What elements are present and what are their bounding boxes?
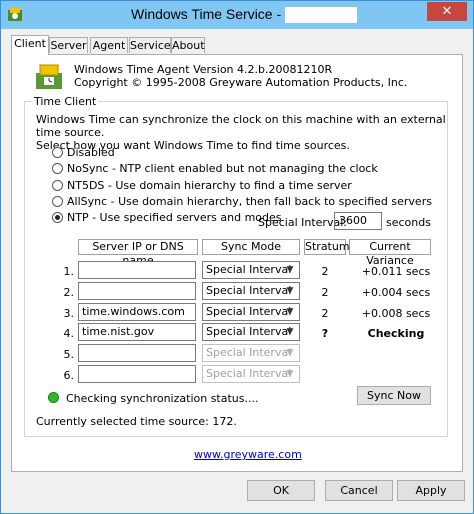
client-tab-panel: Windows Time Agent Version 4.2.b.2008121…	[11, 54, 463, 472]
chevron-down-icon: ▼	[286, 265, 294, 275]
sync-mode-select-6[interactable]: Special Interval ▼	[202, 365, 300, 383]
tab-client[interactable]: Client	[11, 35, 49, 55]
sync-mode-value: Special Interval	[206, 305, 292, 318]
sync-mode-select-5[interactable]: Special Interval ▼	[202, 344, 300, 362]
greyware-link[interactable]: www.greyware.com	[194, 448, 302, 461]
server-input-4[interactable]: time.nist.gov	[78, 323, 196, 341]
chevron-down-icon: ▼	[286, 307, 294, 317]
sync-mode-value: Special Interval	[206, 263, 292, 276]
sync-now-button[interactable]: Sync Now	[357, 386, 431, 405]
row-number: 6.	[63, 369, 75, 382]
stratum-value: 2	[321, 307, 329, 320]
ok-button[interactable]: OK	[247, 480, 315, 501]
option-disabled-label: Disabled	[67, 145, 115, 159]
option-allsync-label: AllSync - Use domain hierarchy, then fal…	[67, 194, 432, 208]
variance-value: +0.011 secs	[361, 265, 431, 278]
chevron-down-icon: ▼	[286, 369, 294, 379]
header-sync-mode: Sync Mode	[202, 239, 300, 255]
row-number: 3.	[63, 307, 75, 320]
tab-agent[interactable]: Agent	[90, 37, 128, 53]
close-button[interactable]: ✕	[427, 2, 467, 21]
tab-service[interactable]: Service	[129, 37, 171, 53]
sync-mode-select-1[interactable]: Special Interval ▼	[202, 261, 300, 279]
time-client-legend: Time Client	[32, 95, 99, 108]
copyright-text: Copyright © 1995-2008 Greyware Automatio…	[74, 76, 408, 89]
header-server: Server IP or DNS name	[78, 239, 198, 267]
tab-about[interactable]: About	[171, 37, 205, 53]
server-input-5[interactable]	[78, 344, 196, 362]
header-stratum: Stratum	[304, 239, 350, 255]
status-indicator-icon	[48, 392, 59, 403]
row-number: 4.	[63, 327, 75, 340]
chevron-down-icon: ▼	[286, 348, 294, 358]
variance-value: +0.004 secs	[361, 286, 431, 299]
radio-ntp[interactable]	[52, 211, 63, 223]
row-number: 2.	[63, 286, 75, 299]
option-disabled[interactable]: Disabled	[52, 145, 115, 159]
apply-button[interactable]: Apply	[397, 480, 465, 501]
description-line-1: Windows Time can synchronize the clock o…	[36, 113, 446, 139]
option-ntp-label: NTP - Use specified servers and modes	[67, 210, 282, 224]
sync-mode-value: Special Interval	[206, 346, 292, 359]
title-bar[interactable]: Windows Time Service - ✕	[1, 1, 473, 29]
option-nosync[interactable]: NoSync - NTP client enabled but not mana…	[52, 161, 378, 175]
stratum-value: 2	[321, 286, 329, 299]
tab-server[interactable]: Server	[49, 37, 88, 53]
window-title: Windows Time Service -	[131, 6, 358, 24]
row-number: 1.	[63, 265, 75, 278]
chevron-down-icon: ▼	[286, 286, 294, 296]
dialog-window: Windows Time Service - ✕ Client Server A…	[0, 0, 474, 514]
variance-value: Checking	[367, 327, 425, 340]
radio-allsync[interactable]	[52, 195, 63, 207]
redacted-hostname	[285, 7, 358, 24]
header-variance: Current Variance	[349, 239, 431, 267]
option-nt5ds[interactable]: NT5DS - Use domain hierarchy to find a t…	[52, 178, 352, 192]
clock-app-icon	[8, 8, 22, 21]
option-nosync-label: NoSync - NTP client enabled but not mana…	[67, 161, 378, 175]
variance-value: +0.008 secs	[361, 307, 431, 320]
row-number: 5.	[63, 348, 75, 361]
sync-mode-select-2[interactable]: Special Interval ▼	[202, 282, 300, 300]
option-ntp[interactable]: NTP - Use specified servers and modes	[52, 210, 282, 224]
sync-mode-value: Special Interval	[206, 325, 292, 338]
sync-mode-value: Special Interval	[206, 367, 292, 380]
option-nt5ds-label: NT5DS - Use domain hierarchy to find a t…	[67, 178, 352, 192]
server-input-3[interactable]: time.windows.com	[78, 303, 196, 321]
special-interval-input[interactable]: 3600	[334, 212, 382, 230]
version-text: Windows Time Agent Version 4.2.b.2008121…	[74, 63, 333, 76]
cancel-button[interactable]: Cancel	[325, 480, 393, 501]
radio-disabled[interactable]	[52, 146, 63, 158]
option-allsync[interactable]: AllSync - Use domain hierarchy, then fal…	[52, 194, 432, 208]
sync-mode-select-4[interactable]: Special Interval ▼	[202, 323, 300, 341]
version-info: Windows Time Agent Version 4.2.b.2008121…	[74, 63, 407, 89]
radio-nt5ds[interactable]	[52, 179, 63, 191]
server-input-2[interactable]	[78, 282, 196, 300]
sync-mode-value: Special Interval	[206, 284, 292, 297]
current-time-source: Currently selected time source: 172.	[36, 415, 237, 428]
special-interval-unit: seconds	[386, 216, 431, 229]
status-text: Checking synchronization status....	[66, 392, 259, 405]
sync-mode-select-3[interactable]: Special Interval ▼	[202, 303, 300, 321]
time-agent-logo-icon	[36, 64, 62, 89]
close-icon: ✕	[441, 4, 453, 19]
radio-nosync[interactable]	[52, 162, 63, 174]
stratum-value: 2	[321, 265, 329, 278]
chevron-down-icon: ▼	[286, 327, 294, 337]
server-input-1[interactable]	[78, 261, 196, 279]
stratum-value: ?	[321, 327, 329, 340]
server-input-6[interactable]	[78, 365, 196, 383]
